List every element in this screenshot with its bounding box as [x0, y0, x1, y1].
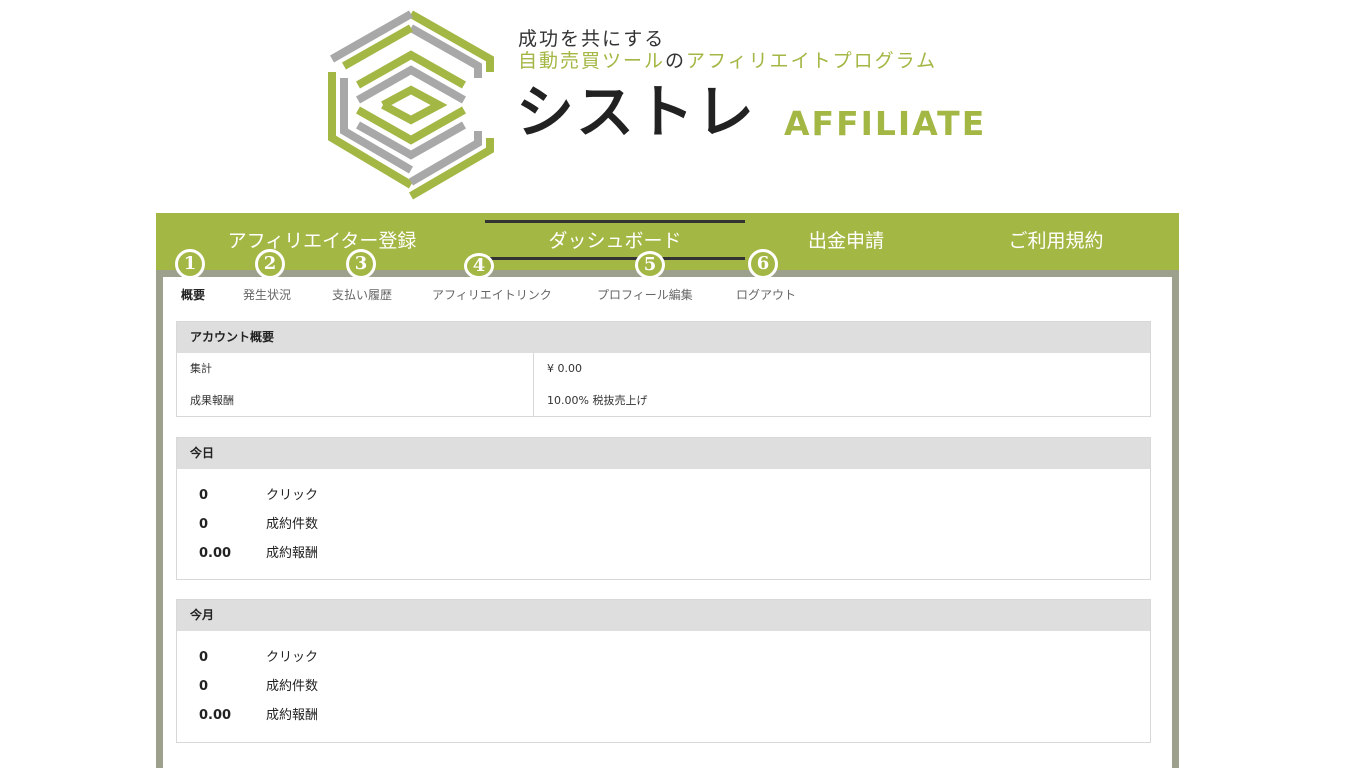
panel-title: 今日: [177, 438, 1150, 469]
subnav-affiliate-link[interactable]: アフィリエイトリンク: [432, 286, 552, 303]
number-badge-3: 3: [346, 249, 376, 279]
nav-dashboard[interactable]: ダッシュボード: [484, 213, 746, 270]
account-summary-panel: アカウント概要 集計 ¥ 0.00 成果報酬 10.00% 税抜売上げ: [176, 321, 1151, 417]
nav-terms[interactable]: ご利用規約: [956, 213, 1156, 270]
number-badge-1: 1: [175, 249, 205, 279]
number-badge-5: 5: [635, 251, 665, 279]
stat-label: 成約報酬: [266, 708, 319, 723]
stat-row: 0.00 成約報酬: [177, 539, 1150, 568]
stat-value: 0: [199, 488, 209, 503]
month-panel: 今月 0 クリック 0 成約件数 0.00 成約報酬: [176, 599, 1151, 743]
stat-row: 0 成約件数: [177, 672, 1150, 701]
sub-nav: 概要 発生状況 支払い履歴 アフィリエイトリンク プロフィール編集 ログアウト: [163, 286, 1172, 306]
stat-row: 0 クリック: [177, 481, 1150, 510]
subnav-overview[interactable]: 概要: [181, 286, 205, 303]
account-row: 集計 ¥ 0.00: [177, 353, 1150, 385]
account-row-key: 集計: [190, 362, 212, 375]
subnav-status[interactable]: 発生状況: [243, 286, 291, 303]
subnav-payment-history[interactable]: 支払い履歴: [332, 286, 392, 303]
stat-value: 0: [199, 679, 209, 694]
stat-label: 成約報酬: [266, 546, 319, 561]
stat-value: 0.00: [199, 546, 232, 561]
stat-value: 0: [199, 517, 209, 532]
brand-name: シストレ: [516, 78, 757, 146]
number-badge-6: 6: [748, 249, 778, 279]
dashboard-frame: アフィリエイター登録 ダッシュボード 出金申請 ご利用規約 1 2 3 4 5 …: [156, 213, 1179, 768]
nav-affiliate-register[interactable]: アフィリエイター登録: [192, 213, 452, 270]
stat-label: クリック: [266, 650, 319, 665]
account-row: 成果報酬 10.00% 税抜売上げ: [177, 385, 1150, 417]
dashboard-content: 概要 発生状況 支払い履歴 アフィリエイトリンク プロフィール編集 ログアウト …: [163, 277, 1172, 768]
stat-label: 成約件数: [266, 679, 319, 694]
today-panel: 今日 0 クリック 0 成約件数 0.00 成約報酬: [176, 437, 1151, 580]
subnav-logout[interactable]: ログアウト: [736, 286, 796, 303]
number-badge-4: 4: [464, 253, 494, 279]
tagline-line2: 自動売買ツールのアフィリエイトプログラム: [518, 50, 938, 72]
panel-title: 今月: [177, 600, 1150, 631]
account-row-key: 成果報酬: [190, 394, 234, 407]
site-header: 成功を共にする 自動売買ツールのアフィリエイトプログラム シストレ AFFILI…: [0, 0, 1366, 213]
subnav-profile-edit[interactable]: プロフィール編集: [597, 286, 693, 303]
stat-row: 0 成約件数: [177, 510, 1150, 539]
main-nav: アフィリエイター登録 ダッシュボード 出金申請 ご利用規約: [156, 213, 1179, 270]
stat-value: 0.00: [199, 708, 232, 723]
account-row-value: ¥ 0.00: [547, 362, 582, 375]
stat-label: クリック: [266, 488, 319, 503]
account-row-value: 10.00% 税抜売上げ: [547, 394, 648, 407]
stat-value: 0: [199, 650, 209, 665]
stat-row: 0 クリック: [177, 643, 1150, 672]
number-badge-2: 2: [255, 249, 285, 279]
panel-title: アカウント概要: [177, 322, 1150, 353]
stat-row: 0.00 成約報酬: [177, 701, 1150, 730]
brand-sub: AFFILIATE: [784, 104, 987, 143]
stat-label: 成約件数: [266, 517, 319, 532]
logo-icon: [328, 10, 494, 200]
